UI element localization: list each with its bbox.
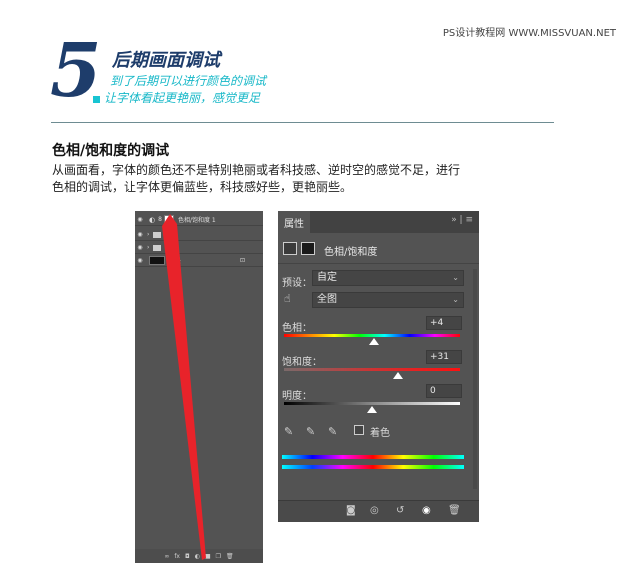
tab-properties[interactable]: 属性 xyxy=(278,211,310,233)
lightness-slider-thumb[interactable] xyxy=(367,406,377,413)
adjustment-title: 色相/饱和度 xyxy=(324,247,378,258)
panel-scrollbar[interactable] xyxy=(473,269,477,489)
input-spectrum-bar xyxy=(282,455,464,459)
properties-panel: 属性 » | ≡ 色相/饱和度 预设： 自定 ⌄ ☝ 全图 ⌄ 色相： +4 饱… xyxy=(278,211,479,522)
eyedropper-plus-icon[interactable]: ✎ xyxy=(306,425,315,438)
panel-menu-icon[interactable]: » | ≡ xyxy=(451,215,473,225)
adjustment-grid-icon[interactable] xyxy=(283,242,297,255)
properties-footer: ◙ ◎ ↺ ◉ 🗑 xyxy=(278,500,479,522)
properties-header: 属性 » | ≡ xyxy=(278,211,479,233)
lightness-value-field[interactable]: 0 xyxy=(426,384,462,398)
colorize-label: 着色 xyxy=(370,428,390,439)
hue-label: 色相： xyxy=(282,323,312,334)
chevron-down-icon: ⌄ xyxy=(452,273,459,282)
visibility-eye-icon[interactable]: ◉ xyxy=(422,505,431,516)
hue-value-field[interactable]: +4 xyxy=(426,316,462,330)
view-previous-icon[interactable]: ◎ xyxy=(370,505,379,516)
clip-to-layer-icon[interactable]: ◙ xyxy=(346,505,356,516)
saturation-slider-thumb[interactable] xyxy=(393,372,404,379)
saturation-label: 饱和度： xyxy=(282,357,322,368)
lightness-slider-track[interactable] xyxy=(284,402,460,405)
mask-toggle-icon[interactable] xyxy=(301,242,315,255)
saturation-value-field[interactable]: +31 xyxy=(426,350,462,364)
panel-divider xyxy=(278,263,479,264)
eyedropper-icon[interactable]: ✎ xyxy=(284,425,293,438)
chevron-down-icon: ⌄ xyxy=(452,295,459,304)
lightness-label: 明度： xyxy=(282,391,312,402)
preset-dropdown[interactable]: 自定 ⌄ xyxy=(312,270,464,286)
adjustment-type-icons xyxy=(283,242,315,255)
saturation-slider-track[interactable] xyxy=(284,368,460,371)
arrow-shape xyxy=(162,214,206,560)
hand-target-icon[interactable]: ☝ xyxy=(284,292,291,305)
preset-label: 预设： xyxy=(282,278,312,289)
reset-icon[interactable]: ↺ xyxy=(396,505,404,516)
hue-slider-track[interactable] xyxy=(284,334,460,337)
colorize-checkbox[interactable] xyxy=(354,425,364,435)
trash-icon[interactable]: 🗑 xyxy=(448,505,461,516)
channel-dropdown[interactable]: 全图 ⌄ xyxy=(312,292,464,308)
channel-value: 全图 xyxy=(317,294,337,305)
preset-value: 自定 xyxy=(317,272,337,283)
output-spectrum-bar xyxy=(282,465,464,469)
hue-slider-thumb[interactable] xyxy=(368,338,379,345)
eyedropper-minus-icon[interactable]: ✎ xyxy=(328,425,337,438)
